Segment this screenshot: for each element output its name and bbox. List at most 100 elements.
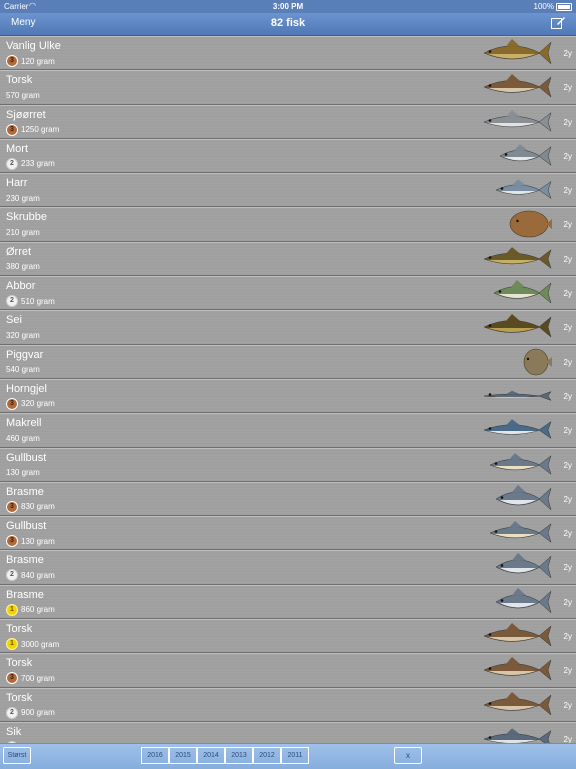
flounder-fish-icon [506, 210, 552, 243]
catch-age: 2y [563, 323, 572, 333]
list-item[interactable]: Sjøørret 3 1250 gram 2y [0, 104, 576, 139]
cod-fish-icon [482, 622, 552, 655]
catch-age: 2y [563, 666, 572, 676]
rudd-fish-icon [488, 451, 552, 484]
bronze-medal-icon: 3 [6, 123, 18, 136]
fish-weight: 320 gram [6, 330, 40, 340]
bream-fish-icon [494, 553, 552, 586]
list-item[interactable]: Skrubbe 210 gram 2y [0, 207, 576, 243]
fish-weight: 830 gram [21, 502, 55, 512]
fish-weight: 570 gram [6, 90, 40, 100]
weight-line: 1 3000 gram [6, 638, 59, 651]
year-filter-button[interactable]: 2011 [281, 747, 309, 764]
fish-name: Abbor [6, 280, 36, 293]
catch-list[interactable]: Vanlig Ulke 3 120 gram 2y Torsk 570 gram 2y S… [0, 36, 576, 743]
page-title: 82 fisk [270, 17, 306, 29]
garfish-fish-icon [482, 382, 552, 415]
fish-name: Mort [6, 142, 28, 155]
list-item[interactable]: Torsk 2 900 gram 2y [0, 687, 576, 722]
fish-weight: 210 gram [6, 227, 40, 237]
weight-line: 2 233 gram [6, 157, 55, 170]
bronze-medal-icon: 3 [6, 55, 18, 67]
list-item[interactable]: Abbor 2 510 gram 2y [0, 276, 576, 311]
weight-line: 460 gram [6, 432, 40, 444]
bronze-medal-icon: 3 [6, 397, 18, 410]
fish-name: Torsk [6, 657, 33, 670]
list-item[interactable]: Harr 230 gram 2y [0, 173, 576, 208]
sculpin-fish-icon [482, 38, 552, 72]
year-filter-button[interactable]: 2016 [141, 747, 169, 764]
largest-button[interactable]: Størst [3, 747, 31, 764]
list-item[interactable]: Sei 320 gram 2y [0, 310, 576, 345]
weight-line: 380 gram [6, 261, 40, 273]
battery-icon [556, 3, 572, 11]
list-item[interactable]: Brasme 1 860 gram 2y [0, 584, 576, 620]
list-item[interactable]: Torsk 570 gram 2y [0, 70, 576, 106]
fish-weight: 700 gram [21, 673, 55, 683]
list-item[interactable]: Piggvar 540 gram 2y [0, 344, 576, 381]
catch-age: 2y [563, 700, 572, 710]
silver-medal-icon: 2 [6, 157, 18, 170]
year-filter-button[interactable]: 2013 [225, 747, 253, 764]
bronze-medal-icon: 3 [6, 535, 18, 548]
list-item[interactable]: Mort 2 233 gram 2y [0, 138, 576, 174]
fish-name: Harr [6, 177, 28, 190]
clear-filter-button[interactable]: x [394, 747, 422, 764]
catch-age: 2y [563, 220, 572, 230]
list-item[interactable]: Sik2 2y [0, 721, 576, 743]
list-item[interactable]: Makrell 460 gram 2y [0, 413, 576, 448]
list-item[interactable]: Gullbust 3 130 gram 2y [0, 516, 576, 551]
year-filter-button[interactable]: 2014 [197, 747, 225, 764]
year-filter-button[interactable]: 2012 [253, 747, 281, 764]
catch-age: 2y [563, 563, 572, 573]
weight-line: 130 gram [6, 467, 40, 479]
weight-line: 540 gram [6, 364, 40, 376]
year-filter-button[interactable]: 2015 [169, 747, 197, 764]
fish-name: Gullbust [6, 451, 47, 464]
list-item[interactable]: Vanlig Ulke 3 120 gram 2y [0, 36, 576, 72]
fish-name: Torsk [6, 74, 33, 87]
clock: 3:00 PM [272, 2, 304, 11]
weight-line: 320 gram [6, 329, 40, 341]
fish-weight: 860 gram [21, 605, 55, 615]
list-item[interactable]: Brasme 2 840 gram 2y [0, 550, 576, 586]
cod-fish-icon [482, 656, 552, 689]
fish-name: Sjøørret [6, 108, 46, 121]
fish-name: Piggvar [6, 348, 44, 361]
gold-medal-icon: 1 [6, 603, 18, 616]
catch-age: 2y [563, 186, 572, 196]
cod-fish-icon [482, 73, 552, 106]
weight-line: 3 130 gram [6, 535, 55, 548]
bream-fish-icon [494, 484, 552, 518]
turbot-fish-icon [520, 348, 552, 381]
fish-name: Brasme [6, 588, 44, 601]
bronze-medal-icon: 3 [6, 500, 18, 513]
fish-name: Torsk [6, 691, 33, 704]
fish-weight: 230 gram [6, 193, 40, 203]
fish-name: Sik [6, 725, 22, 738]
list-item[interactable]: Ørret 380 gram 2y [0, 241, 576, 277]
list-item[interactable]: Gullbust 130 gram 2y [0, 447, 576, 484]
fish-name: Brasme [6, 485, 44, 498]
bronze-medal-icon: 3 [6, 672, 18, 685]
list-item[interactable]: Brasme 3 830 gram 2y [0, 481, 576, 518]
catch-age: 2y [563, 49, 572, 58]
bottom-toolbar: Størst 2016 2015 2014 2013 2012 2011 x [0, 743, 576, 769]
list-item[interactable]: Torsk 1 3000 gram 2y [0, 619, 576, 655]
weight-line: 2 900 gram [6, 706, 55, 719]
weight-line: 3 320 gram [6, 397, 55, 410]
catch-age: 2y [563, 426, 572, 436]
fish-weight: 233 gram [21, 159, 55, 169]
list-item[interactable]: Torsk 3 700 gram 2y [0, 653, 576, 689]
fish-weight: 120 gram [21, 56, 55, 66]
battery-percent: 100% [533, 2, 554, 11]
fish-name: Sei [6, 314, 22, 327]
compose-icon[interactable] [550, 15, 566, 36]
weight-line: 230 gram [6, 192, 40, 204]
fish-weight: 130 gram [6, 468, 40, 478]
silver-medal-icon: 2 [6, 295, 18, 308]
fish-weight: 460 gram [6, 433, 40, 443]
fish-weight: 320 gram [21, 399, 55, 409]
list-item[interactable]: Horngjel 3 320 gram 2y [0, 378, 576, 415]
fish-name: Brasme [6, 554, 44, 567]
